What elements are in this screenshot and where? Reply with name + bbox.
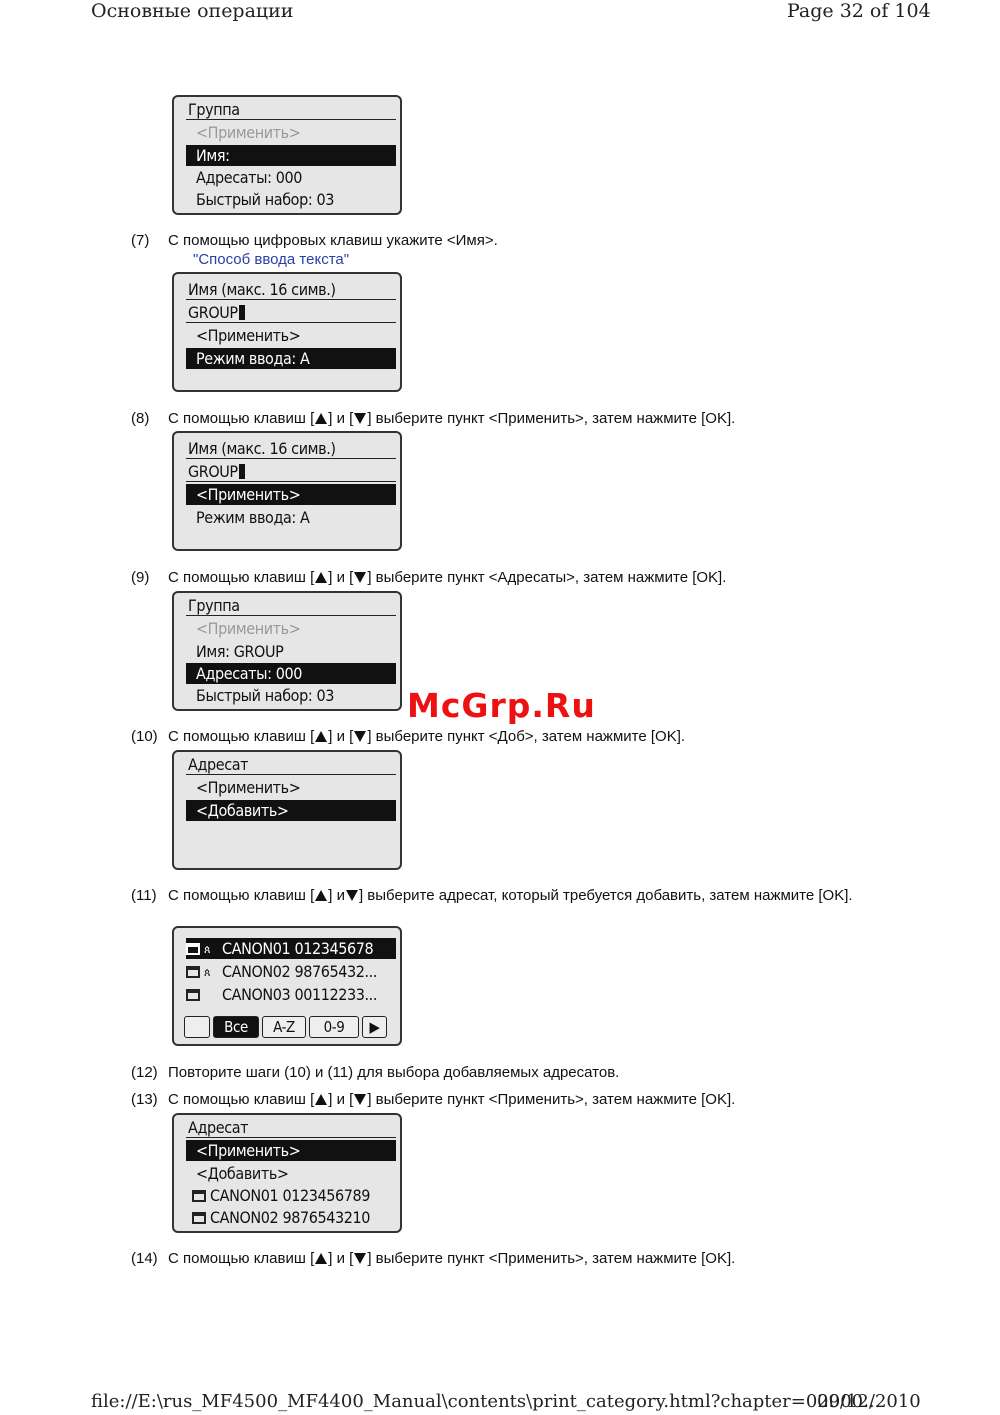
tab-0-9: 0-9 bbox=[309, 1016, 359, 1038]
step-number: (9) bbox=[131, 569, 150, 586]
lcd-item-add: <Добавить> bbox=[196, 1164, 289, 1183]
up-arrow-key-icon bbox=[315, 1093, 328, 1105]
up-arrow-key-icon bbox=[315, 571, 328, 583]
step-number: (10) bbox=[131, 728, 158, 745]
step-text: Повторите шаги (10) и (11) для выбора до… bbox=[168, 1064, 620, 1081]
header-page-number: Page 32 of 104 bbox=[787, 0, 931, 22]
fax-icon bbox=[192, 1212, 206, 1224]
lcd-screen-group: Группа <Применить> Имя: Адресаты: 000 Бы… bbox=[172, 95, 402, 215]
up-arrow-key-icon bbox=[315, 889, 328, 901]
group-icon: ጰ bbox=[204, 966, 211, 979]
down-arrow-key-icon bbox=[354, 412, 367, 424]
header-left: Основные операции bbox=[91, 0, 294, 22]
fax-icon bbox=[192, 1190, 206, 1202]
step-text: С помощью клавиш [] и [] выберите пункт … bbox=[168, 1091, 736, 1108]
lcd-item-apply: <Применить> bbox=[196, 619, 301, 638]
fax-icon bbox=[186, 943, 200, 955]
lcd-address-row: CANON01 0123456789 bbox=[186, 1185, 396, 1206]
lcd-input-value: GROUP bbox=[188, 462, 238, 481]
lcd-input-line: GROUP bbox=[186, 302, 396, 323]
tab-blank bbox=[184, 1016, 210, 1038]
down-arrow-key-icon bbox=[354, 571, 367, 583]
lcd-screen-name-apply: Имя (макс. 16 симв.) GROUP <Применить> Р… bbox=[172, 431, 402, 551]
tab-a-z: A-Z bbox=[262, 1016, 306, 1038]
lcd-input-value: GROUP bbox=[188, 303, 238, 322]
lcd-title: Имя (макс. 16 симв.) bbox=[186, 438, 396, 459]
up-arrow-key-icon bbox=[315, 412, 328, 424]
up-arrow-key-icon bbox=[315, 1252, 328, 1264]
step-text: С помощью клавиш [] и [] выберите пункт … bbox=[168, 410, 736, 427]
lcd-item-input-mode: Режим ввода: A bbox=[186, 348, 396, 369]
lcd-item-apply: <Применить> bbox=[186, 484, 396, 505]
lcd-address-row: CANON02 9876543210 bbox=[186, 1207, 396, 1228]
lcd-title: Имя (макс. 16 симв.) bbox=[186, 279, 396, 300]
footer-date: 09/12/2010 bbox=[817, 1391, 921, 1412]
footer-file-path: file://E:\rus_MF4500_MF4400_Manual\conte… bbox=[91, 1391, 881, 1412]
lcd-item-addressees: Адресаты: 000 bbox=[196, 168, 302, 187]
text-cursor bbox=[238, 464, 245, 479]
up-arrow-key-icon bbox=[315, 730, 328, 742]
lcd-screen-group-addressees: Группа <Применить> Имя: GROUP Адресаты: … bbox=[172, 591, 402, 711]
lcd-title: Группа bbox=[186, 595, 396, 616]
step-number: (12) bbox=[131, 1064, 158, 1081]
lcd-address-row: CANON03 00112233... bbox=[186, 984, 396, 1005]
lcd-item-speed-dial: Быстрый набор: 03 bbox=[196, 686, 334, 705]
step-number: (13) bbox=[131, 1091, 158, 1108]
step-text: С помощью клавиш [] и [] выберите пункт … bbox=[168, 728, 686, 745]
lcd-title: Адресат bbox=[186, 1117, 396, 1138]
step-text: С помощью клавиш [] и] выберите адресат,… bbox=[168, 887, 853, 904]
lcd-title: Группа bbox=[186, 99, 396, 120]
step-number: (11) bbox=[131, 887, 157, 904]
down-arrow-key-icon bbox=[354, 730, 367, 742]
lcd-address-row: ጰ CANON02 98765432... bbox=[186, 961, 396, 982]
step-number: (8) bbox=[131, 410, 150, 427]
lcd-screen-addressee-list: Адресат <Применить> <Добавить> CANON01 0… bbox=[172, 1113, 402, 1233]
step-text: С помощью клавиш [] и [] выберите пункт … bbox=[168, 1250, 736, 1267]
text-cursor bbox=[238, 305, 245, 320]
down-arrow-key-icon bbox=[354, 1252, 367, 1264]
watermark: McGrp.Ru bbox=[407, 686, 596, 725]
next-page-icon: ▶ bbox=[362, 1016, 387, 1038]
lcd-screen-addressee-add: Адресат <Применить> <Добавить> bbox=[172, 750, 402, 870]
lcd-screen-name-input: Имя (макс. 16 симв.) GROUP <Применить> Р… bbox=[172, 272, 402, 392]
lcd-item-speed-dial: Быстрый набор: 03 bbox=[196, 190, 334, 209]
fax-icon bbox=[186, 989, 200, 1001]
lcd-item-add: <Добавить> bbox=[186, 800, 396, 821]
tab-all: Все bbox=[213, 1016, 259, 1038]
lcd-item-addressees: Адресаты: 000 bbox=[186, 663, 396, 684]
lcd-title: Адресат bbox=[186, 754, 396, 775]
lcd-item-apply: <Применить> bbox=[196, 778, 301, 797]
step-text: С помощью цифровых клавиш укажите <Имя>. bbox=[168, 232, 498, 249]
text-input-method-link[interactable]: "Способ ввода текста" bbox=[193, 251, 349, 268]
step-number: (7) bbox=[131, 232, 150, 249]
down-arrow-key-icon bbox=[345, 889, 358, 901]
lcd-input-line: GROUP bbox=[186, 461, 396, 482]
lcd-index-tabs: Все A-Z 0-9 ▶ bbox=[184, 1016, 387, 1038]
lcd-item-input-mode: Режим ввода: A bbox=[196, 508, 310, 527]
step-text: С помощью клавиш [] и [] выберите пункт … bbox=[168, 569, 727, 586]
lcd-item-apply: <Применить> bbox=[196, 326, 301, 345]
lcd-item-name: Имя: GROUP bbox=[196, 642, 284, 661]
lcd-address-row: ጰ CANON01 012345678 bbox=[186, 938, 396, 959]
group-icon: ጰ bbox=[204, 943, 211, 956]
down-arrow-key-icon bbox=[354, 1093, 367, 1105]
lcd-screen-address-book: ጰ CANON01 012345678 ጰ CANON02 98765432... … bbox=[172, 926, 402, 1046]
step-number: (14) bbox=[131, 1250, 158, 1267]
fax-icon bbox=[186, 966, 200, 978]
lcd-item-name: Имя: bbox=[186, 145, 396, 166]
lcd-item-apply: <Применить> bbox=[196, 123, 301, 142]
lcd-item-apply: <Применить> bbox=[186, 1140, 396, 1161]
